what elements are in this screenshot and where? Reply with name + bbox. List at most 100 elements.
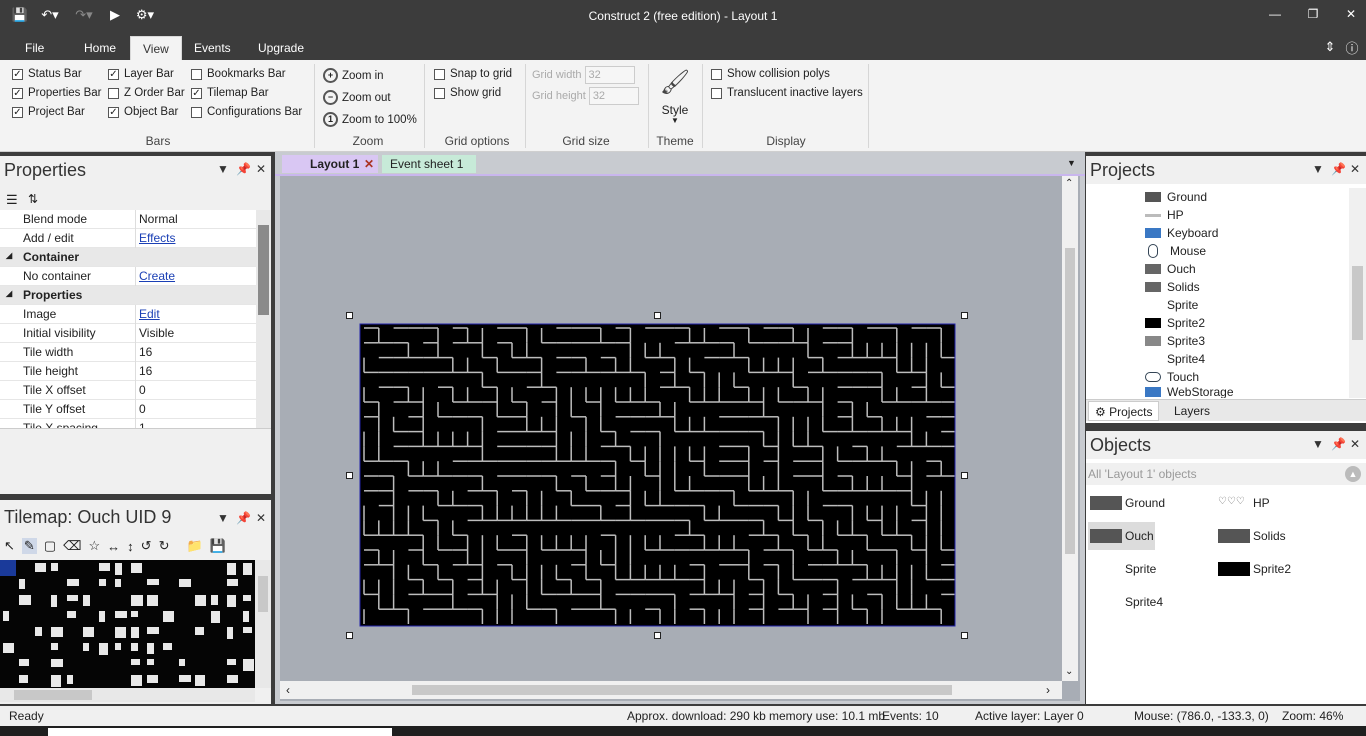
checkbox-z-order-bar[interactable]: Z Order Bar <box>108 87 185 99</box>
prop-category-container[interactable]: ◢ Container <box>0 248 256 267</box>
object-ouch[interactable]: Ouch <box>1088 522 1155 550</box>
project-item-touch[interactable]: Touch <box>1145 368 1199 386</box>
checkbox-properties-bar[interactable]: ✓ Properties Bar <box>12 87 102 99</box>
checkbox-show-grid[interactable]: Show grid <box>434 87 501 99</box>
object-sprite[interactable]: Sprite <box>1090 558 1156 580</box>
collapse-ribbon-icon[interactable]: ⇕ <box>1322 38 1338 56</box>
close-panel-icon[interactable]: ✕ <box>1350 437 1360 451</box>
canvas-hscrollbar[interactable]: ‹ › <box>280 681 1062 699</box>
edit-image-link[interactable]: Edit <box>139 307 160 321</box>
menu-events[interactable]: Events <box>182 36 243 60</box>
info-icon[interactable]: ⓘ <box>1344 38 1360 56</box>
close-panel-icon[interactable]: ✕ <box>256 162 266 176</box>
prop-row-tile-height[interactable]: Tile height 16 <box>0 362 256 381</box>
project-item-solids[interactable]: Solids <box>1145 278 1200 296</box>
pin-icon[interactable]: 📌 <box>236 511 251 525</box>
layout-canvas[interactable]: ⌃ ⌄ ‹ › <box>280 176 1080 701</box>
project-item-mouse[interactable]: Mouse <box>1145 242 1206 260</box>
zoom-100-button[interactable]: 1 Zoom to 100% <box>323 112 417 127</box>
flip-horizontal-icon[interactable]: ↔ <box>107 539 120 554</box>
tileset-preview[interactable] <box>0 560 255 688</box>
menu-file[interactable]: File <box>13 36 56 60</box>
eraser-icon[interactable]: ⌫ <box>63 538 81 554</box>
rotate-cw-icon[interactable]: ↻ <box>159 538 170 554</box>
prop-row-tile-x-spacing[interactable]: Tile X spacing 1 <box>0 419 256 428</box>
pin-icon[interactable]: 📌 <box>1331 437 1346 451</box>
tab-event-sheet-1[interactable]: Event sheet 1 <box>382 155 476 173</box>
scrollbar-thumb[interactable] <box>258 225 269 315</box>
dropdown-icon[interactable]: ▼ <box>1312 437 1324 451</box>
resize-handle[interactable] <box>346 472 353 479</box>
prop-row-tile-y-offset[interactable]: Tile Y offset 0 <box>0 400 256 419</box>
checkbox-project-bar[interactable]: ✓ Project Bar <box>12 106 85 118</box>
prop-row-tile-x-offset[interactable]: Tile X offset 0 <box>0 381 256 400</box>
pin-icon[interactable]: 📌 <box>1331 162 1346 176</box>
taskbar-search[interactable] <box>48 728 392 736</box>
close-panel-icon[interactable]: ✕ <box>1350 162 1360 176</box>
stamp-icon[interactable]: ☆ <box>89 538 101 554</box>
prop-row-initial-visibility[interactable]: Initial visibility Visible <box>0 324 256 343</box>
style-button[interactable]: Style <box>652 103 698 117</box>
dropdown-icon[interactable]: ▼ <box>1312 162 1324 176</box>
brush-icon[interactable]: 🖌 <box>659 68 691 96</box>
tab-projects[interactable]: ⚙ Projects <box>1088 401 1160 421</box>
object-hp[interactable]: ♡♡♡ HP <box>1218 492 1270 514</box>
grid-width-input[interactable]: 32 <box>584 66 635 84</box>
close-panel-icon[interactable]: ✕ <box>256 511 266 525</box>
tab-list-dropdown-icon[interactable]: ▼ <box>1067 158 1076 168</box>
objects-filter-input[interactable]: All 'Layout 1' objects <box>1088 467 1197 481</box>
up-folder-icon[interactable]: ▲ <box>1345 466 1361 482</box>
resize-handle[interactable] <box>346 312 353 319</box>
prop-category-properties[interactable]: ◢ Properties <box>0 286 256 305</box>
flip-vertical-icon[interactable]: ↕ <box>127 539 134 554</box>
checkbox-layer-bar[interactable]: ✓ Layer Bar <box>108 68 174 80</box>
object-sprite2[interactable]: Sprite2 <box>1218 558 1291 580</box>
restore-icon[interactable]: ❐ <box>1294 0 1332 28</box>
prop-row-blend-mode[interactable]: Blend mode Normal <box>0 210 256 229</box>
menu-view[interactable]: View <box>130 36 182 60</box>
resize-handle[interactable] <box>346 632 353 639</box>
project-item-sprite4[interactable]: Sprite4 <box>1145 350 1205 368</box>
prop-row-tile-width[interactable]: Tile width 16 <box>0 343 256 362</box>
project-item-keyboard[interactable]: Keyboard <box>1145 224 1218 242</box>
zoom-in-button[interactable]: + Zoom in <box>323 68 384 83</box>
rectangle-icon[interactable]: ▢ <box>44 538 56 554</box>
dropdown-icon[interactable]: ▼ <box>217 511 229 525</box>
resize-handle[interactable] <box>961 632 968 639</box>
panel-splitter[interactable] <box>1086 423 1366 431</box>
project-item-sprite3[interactable]: Sprite3 <box>1145 332 1205 350</box>
rotate-ccw-icon[interactable]: ↺ <box>141 538 152 554</box>
minimize-icon[interactable]: — <box>1256 0 1294 28</box>
checkbox-object-bar[interactable]: ✓ Object Bar <box>108 106 178 118</box>
checkbox-tilemap-bar[interactable]: ✓ Tilemap Bar <box>191 87 269 99</box>
property-scrollbar[interactable] <box>256 210 271 428</box>
resize-handle[interactable] <box>654 312 661 319</box>
project-item-sprite2[interactable]: Sprite2 <box>1145 314 1205 332</box>
pointer-icon[interactable]: ↖ <box>4 538 15 554</box>
effects-link[interactable]: Effects <box>139 231 175 245</box>
tileset-vscrollbar[interactable] <box>255 560 271 688</box>
tab-layout-1[interactable]: Layout 1 ✕ <box>282 155 378 173</box>
zoom-out-button[interactable]: − Zoom out <box>323 90 391 105</box>
menu-upgrade[interactable]: Upgrade <box>246 36 316 60</box>
tileset-hscrollbar[interactable] <box>0 688 255 702</box>
grid-height-input[interactable]: 32 <box>588 87 639 105</box>
checkbox-configurations-bar[interactable]: Configurations Bar <box>191 106 302 118</box>
close-tab-icon[interactable]: ✕ <box>364 155 374 173</box>
resize-handle[interactable] <box>961 312 968 319</box>
sort-az-icon[interactable]: ⇅ <box>28 192 38 206</box>
projects-scrollbar[interactable] <box>1349 188 1366 398</box>
menu-home[interactable]: Home <box>72 36 128 60</box>
open-folder-icon[interactable]: 📁 <box>186 538 202 554</box>
pin-icon[interactable]: 📌 <box>236 162 251 176</box>
checkbox-show-collision-polys[interactable]: Show collision polys <box>711 68 830 80</box>
pencil-icon[interactable]: ✎ <box>21 538 37 554</box>
dropdown-icon[interactable]: ▼ <box>217 162 229 176</box>
save-tileset-icon[interactable]: 💾 <box>210 538 226 554</box>
checkbox-snap-to-grid[interactable]: Snap to grid <box>434 68 512 80</box>
close-icon[interactable]: ✕ <box>1332 0 1366 28</box>
checkbox-bookmarks-bar[interactable]: Bookmarks Bar <box>191 68 286 80</box>
project-item-webstorage[interactable]: WebStorage <box>1145 386 1234 398</box>
resize-handle[interactable] <box>961 472 968 479</box>
checkbox-status-bar[interactable]: ✓ Status Bar <box>12 68 82 80</box>
